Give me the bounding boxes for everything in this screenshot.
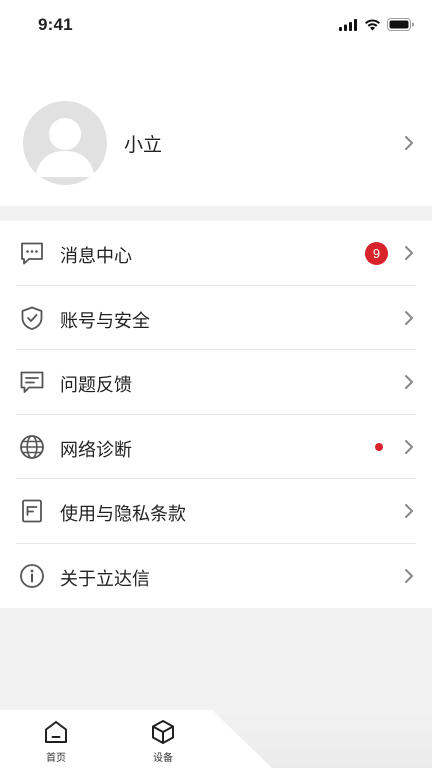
menu-label: 关于立达信 <box>60 568 150 590</box>
status-icons <box>339 18 414 31</box>
message-icon <box>21 242 43 265</box>
chevron-right-icon <box>405 136 413 150</box>
menu-label: 问题反馈 <box>60 375 132 396</box>
battery-icon <box>387 18 414 31</box>
tab-label: 设备 <box>153 753 173 764</box>
chevron-right-icon <box>405 246 413 260</box>
home-icon <box>45 721 67 743</box>
avatar <box>23 101 107 185</box>
document-icon <box>22 499 42 523</box>
notification-dot <box>375 442 383 451</box>
menu-label: 网络诊断 <box>60 439 132 461</box>
feedback-icon <box>20 371 44 393</box>
chevron-right-icon <box>405 375 413 389</box>
settings-menu: 消息中心 9 账号与安全 问题反馈 网络诊断 使用与隐私条款 关于立达信 <box>0 221 432 608</box>
menu-item-message-center[interactable]: 消息中心 9 <box>0 221 432 286</box>
signal-icon <box>339 18 357 31</box>
globe-icon <box>20 434 44 459</box>
menu-item-terms-privacy[interactable]: 使用与隐私条款 <box>0 479 432 544</box>
menu-item-network-diagnosis[interactable]: 网络诊断 <box>0 415 432 479</box>
wifi-icon <box>365 18 380 30</box>
unread-badge: 9 <box>365 242 388 265</box>
chevron-right-icon <box>405 439 413 454</box>
menu-label: 消息中心 <box>60 246 132 267</box>
status-time: 9:41 <box>38 15 73 34</box>
menu-item-account-security[interactable]: 账号与安全 <box>0 286 432 350</box>
menu-item-feedback[interactable]: 问题反馈 <box>0 350 432 415</box>
chevron-right-icon <box>405 568 413 583</box>
shield-check-icon <box>21 306 43 330</box>
tab-devices[interactable]: 设备 <box>133 718 193 764</box>
user-avatar-icon <box>35 118 95 177</box>
status-bar: 9:41 <box>0 0 432 52</box>
menu-item-about[interactable]: 关于立达信 <box>0 544 432 609</box>
tab-home[interactable]: 首页 <box>26 718 86 764</box>
profile-card[interactable]: 小立 <box>0 52 432 206</box>
menu-label: 账号与安全 <box>60 310 150 332</box>
menu-label: 使用与隐私条款 <box>60 504 186 525</box>
info-icon <box>20 563 44 588</box>
chevron-right-icon <box>405 504 413 518</box>
cube-icon <box>152 720 174 744</box>
username: 小立 <box>124 134 163 156</box>
chevron-right-icon <box>405 310 413 325</box>
tab-label: 首页 <box>46 753 66 764</box>
